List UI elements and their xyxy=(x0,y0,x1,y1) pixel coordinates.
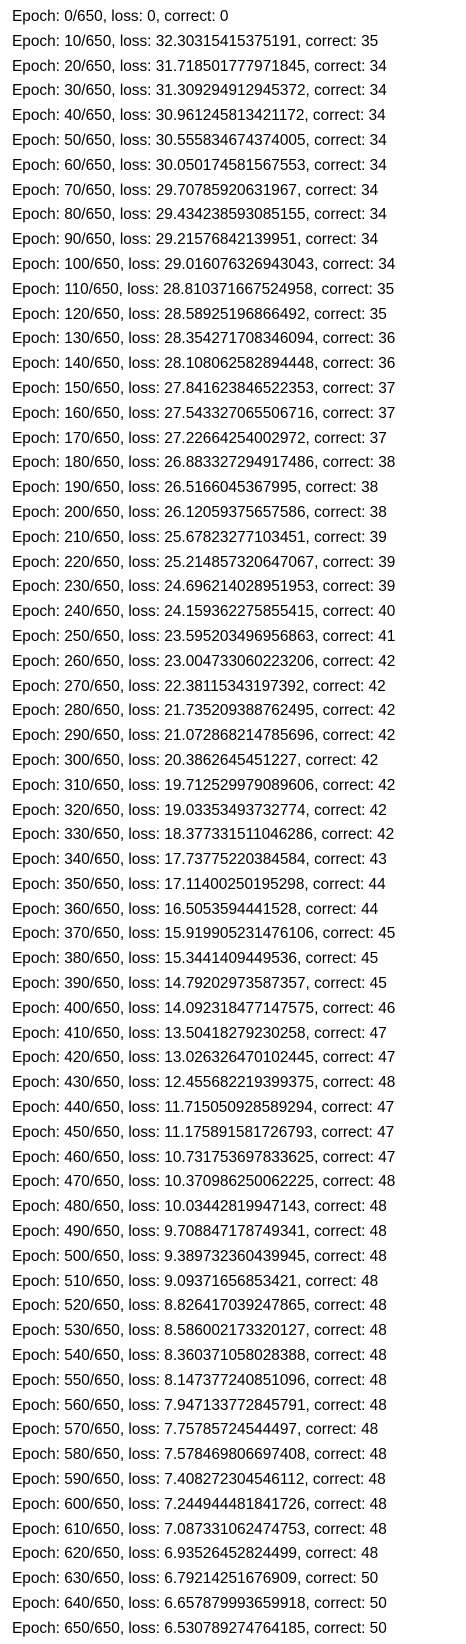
log-line: Epoch: 420/650, loss: 13.026326470102445… xyxy=(12,1049,396,1067)
log-line: Epoch: 160/650, loss: 27.543327065506716… xyxy=(12,404,396,422)
log-line: Epoch: 540/650, loss: 8.360371058028388,… xyxy=(12,1347,387,1365)
log-line: Epoch: 460/650, loss: 10.731753697833625… xyxy=(12,1148,396,1166)
log-line: Epoch: 200/650, loss: 26.12059375657586,… xyxy=(12,503,387,521)
log-line: Epoch: 470/650, loss: 10.370986250062225… xyxy=(12,1173,396,1191)
log-line: Epoch: 120/650, loss: 28.58925196866492,… xyxy=(12,305,387,323)
log-line: Epoch: 60/650, loss: 30.050174581567553,… xyxy=(12,156,387,174)
log-line: Epoch: 530/650, loss: 8.586002173320127,… xyxy=(12,1322,387,1340)
log-line: Epoch: 50/650, loss: 30.555834674374005,… xyxy=(12,131,387,149)
log-line: Epoch: 600/650, loss: 7.244944481841726,… xyxy=(12,1495,387,1513)
log-line: Epoch: 190/650, loss: 26.5166045367995, … xyxy=(12,479,379,497)
log-line: Epoch: 40/650, loss: 30.961245813421172,… xyxy=(12,107,386,125)
log-line: Epoch: 250/650, loss: 23.595203496956863… xyxy=(12,627,396,645)
log-line: Epoch: 230/650, loss: 24.696214028951953… xyxy=(12,578,396,596)
log-line: Epoch: 520/650, loss: 8.826417039247865,… xyxy=(12,1297,387,1315)
log-line: Epoch: 650/650, loss: 6.530789274764185,… xyxy=(12,1619,387,1637)
training-log-output: Epoch: 0/650, loss: 0, correct: 0 Epoch:… xyxy=(0,0,466,1644)
log-line: Epoch: 70/650, loss: 29.70785920631967, … xyxy=(12,181,379,199)
log-line: Epoch: 260/650, loss: 23.004733060223206… xyxy=(12,652,396,670)
log-line: Epoch: 430/650, loss: 12.455682219399375… xyxy=(12,1074,396,1092)
log-line: Epoch: 440/650, loss: 11.715050928589294… xyxy=(12,1099,395,1117)
log-line: Epoch: 480/650, loss: 10.03442819947143,… xyxy=(12,1198,387,1216)
log-line: Epoch: 400/650, loss: 14.092318477147575… xyxy=(12,999,396,1017)
log-line: Epoch: 350/650, loss: 17.11400250195298,… xyxy=(12,875,386,893)
log-line: Epoch: 560/650, loss: 7.947133772845791,… xyxy=(12,1396,387,1414)
log-line: Epoch: 110/650, loss: 28.810371667524958… xyxy=(12,280,395,298)
log-line: Epoch: 500/650, loss: 9.389732360439945,… xyxy=(12,1247,387,1265)
log-line: Epoch: 150/650, loss: 27.841623846522353… xyxy=(12,379,396,397)
log-line: Epoch: 360/650, loss: 16.5053594441528, … xyxy=(12,900,379,918)
log-line: Epoch: 570/650, loss: 7.75785724544497, … xyxy=(12,1421,379,1439)
log-line: Epoch: 20/650, loss: 31.718501777971845,… xyxy=(12,57,387,75)
log-line: Epoch: 610/650, loss: 7.087331062474753,… xyxy=(12,1520,387,1538)
log-line: Epoch: 300/650, loss: 20.3862645451227, … xyxy=(12,751,379,769)
log-line: Epoch: 10/650, loss: 32.30315415375191, … xyxy=(12,32,379,50)
log-line: Epoch: 390/650, loss: 14.79202973587357,… xyxy=(12,975,387,993)
log-line: Epoch: 100/650, loss: 29.016076326943043… xyxy=(12,255,396,273)
log-line: Epoch: 380/650, loss: 15.3441409449536, … xyxy=(12,950,379,968)
log-line: Epoch: 140/650, loss: 28.108062582894448… xyxy=(12,355,396,373)
log-line: Epoch: 90/650, loss: 29.21576842139951, … xyxy=(12,231,379,249)
log-line: Epoch: 0/650, loss: 0, correct: 0 xyxy=(12,8,229,25)
log-line: Epoch: 340/650, loss: 17.73775220384584,… xyxy=(12,851,387,869)
log-line: Epoch: 490/650, loss: 9.708847178749341,… xyxy=(12,1223,387,1241)
log-line: Epoch: 590/650, loss: 7.408272304546112,… xyxy=(12,1471,386,1489)
log-line: Epoch: 290/650, loss: 21.072868214785696… xyxy=(12,727,396,745)
log-line: Epoch: 280/650, loss: 21.735209388762495… xyxy=(12,702,396,720)
log-line: Epoch: 220/650, loss: 25.214857320647067… xyxy=(12,553,396,571)
log-line: Epoch: 80/650, loss: 29.434238593085155,… xyxy=(12,206,387,224)
log-line: Epoch: 30/650, loss: 31.309294912945372,… xyxy=(12,82,387,100)
log-line: Epoch: 620/650, loss: 6.93526452824499, … xyxy=(12,1545,379,1563)
log-line: Epoch: 210/650, loss: 25.67823277103451,… xyxy=(12,528,387,546)
log-line: Epoch: 370/650, loss: 15.919905231476106… xyxy=(12,925,396,943)
log-line: Epoch: 630/650, loss: 6.79214251676909, … xyxy=(12,1570,379,1588)
log-line: Epoch: 410/650, loss: 13.50418279230258,… xyxy=(12,1024,387,1042)
log-line: Epoch: 240/650, loss: 24.159362275855415… xyxy=(12,603,396,621)
log-line: Epoch: 310/650, loss: 19.712529979089606… xyxy=(12,776,396,794)
log-line: Epoch: 130/650, loss: 28.354271708346094… xyxy=(12,330,396,348)
log-line: Epoch: 550/650, loss: 8.147377240851096,… xyxy=(12,1371,387,1389)
log-line: Epoch: 580/650, loss: 7.578469806697408,… xyxy=(12,1446,387,1464)
log-line: Epoch: 640/650, loss: 6.657879993659918,… xyxy=(12,1595,387,1612)
log-line: Epoch: 270/650, loss: 22.38115343197392,… xyxy=(12,677,386,695)
log-line: Epoch: 170/650, loss: 27.22664254002972,… xyxy=(12,429,387,447)
log-line: Epoch: 510/650, loss: 9.09371656853421, … xyxy=(12,1272,379,1290)
log-line: Epoch: 180/650, loss: 26.883327294917486… xyxy=(12,454,396,472)
log-line: Epoch: 450/650, loss: 11.175891581726793… xyxy=(12,1123,395,1141)
log-line: Epoch: 320/650, loss: 19.03353493732774,… xyxy=(12,801,387,819)
log-line: Epoch: 330/650, loss: 18.377331511046286… xyxy=(12,826,395,844)
